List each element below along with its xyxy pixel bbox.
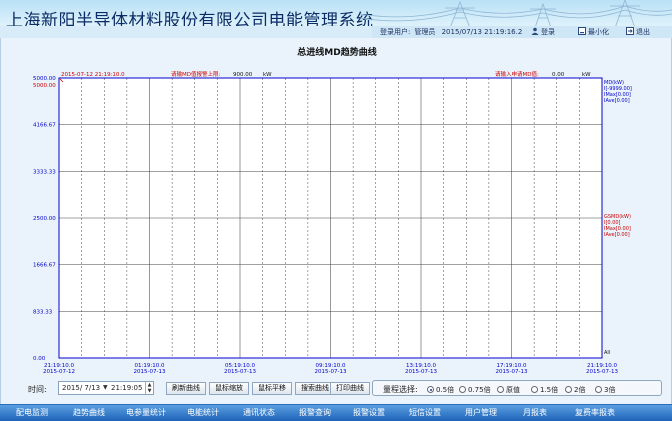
range-option-label: 1.5倍 xyxy=(540,386,559,394)
range-option-label: 3倍 xyxy=(604,386,616,394)
y-tick-label: 4166.67 xyxy=(33,123,56,129)
y-tick-label: 2500.00 xyxy=(33,216,56,222)
range-option-label: 0.75倍 xyxy=(468,386,491,394)
radio-icon xyxy=(497,386,504,393)
range-option-label: 0.5倍 xyxy=(436,386,455,394)
nav-alarm-query[interactable]: 报警查询 xyxy=(288,405,342,421)
nav-energy-stats[interactable]: 电能统计 xyxy=(176,405,230,421)
nav-sms-settings[interactable]: 短信设置 xyxy=(398,405,452,421)
nav-monthly-report[interactable]: 月报表 xyxy=(510,405,560,421)
x-tick-date: 2015-07-12 xyxy=(43,369,75,375)
login-button-label: 登录 xyxy=(541,28,555,36)
nav-parameter-stats[interactable]: 电参量统计 xyxy=(116,405,176,421)
x-tick-date: 2015-07-13 xyxy=(405,369,437,375)
request-md-unit: kW xyxy=(582,72,591,78)
radio-icon xyxy=(459,386,466,393)
exit-button[interactable]: 退出 xyxy=(626,26,650,38)
time-label: 时间: xyxy=(28,385,47,394)
y-max-red-label: 5000.00 xyxy=(33,83,56,89)
range-option[interactable]: 原值 xyxy=(497,385,520,395)
alarm-limit-value: 900.00 xyxy=(233,72,253,78)
legend-md: IAve[0.00] xyxy=(604,98,630,104)
mouse-pan-button[interactable]: 鼠标平移 xyxy=(252,382,292,395)
nav-distribution-monitor[interactable]: 配电监测 xyxy=(0,405,64,421)
legend-all: All xyxy=(604,350,610,356)
datetime-picker[interactable]: 2015/ 7/13 ▼ 21:19:05 ▲ ▼ xyxy=(58,381,154,395)
y-tick-label: 3333.33 xyxy=(33,169,56,175)
x-tick-date: 2015-07-13 xyxy=(134,369,166,375)
login-button[interactable]: 登录 xyxy=(531,26,555,38)
chart-title: 总进线MD趋势曲线 xyxy=(297,48,377,58)
legend-gsmd: IAve[0.00] xyxy=(604,232,630,238)
x-tick-date: 2015-07-13 xyxy=(496,369,528,375)
date-value: 2015/ 7/13 xyxy=(62,384,101,392)
start-time-label: 2015-07-12 21:19:10.0 xyxy=(61,72,125,78)
y-tick-label: 5000.00 xyxy=(33,76,56,82)
x-tick-date: 2015-07-13 xyxy=(315,369,347,375)
time-spinner[interactable]: ▲ ▼ xyxy=(145,382,153,394)
x-tick-date: 2015-07-13 xyxy=(224,369,256,375)
minimize-button-label: 最小化 xyxy=(588,28,609,36)
login-info: 登录用户: 管理员 2015/07/13 21:19:16.2 xyxy=(380,26,526,38)
refresh-curve-button[interactable]: 刷新曲线 xyxy=(166,382,206,395)
nav-comm-status[interactable]: 通讯状态 xyxy=(232,405,286,421)
request-md-value: 0.00 xyxy=(552,72,565,78)
minimize-button[interactable]: 最小化 xyxy=(578,26,609,38)
range-selector: 量程选择: 0.5倍 0.75倍 原值 1.5倍 2倍 3倍 xyxy=(372,380,662,396)
nav-tariff-report[interactable]: 复费率报表 xyxy=(562,405,628,421)
time-value: 21:19:05 xyxy=(111,384,143,392)
range-option[interactable]: 3倍 xyxy=(595,385,615,395)
user-icon xyxy=(531,27,539,35)
exit-button-label: 退出 xyxy=(636,28,650,36)
radio-selected-icon xyxy=(427,386,434,393)
y-tick-label: 0.00 xyxy=(33,356,46,362)
nav-trend-curve[interactable]: 趋势曲线 xyxy=(58,405,120,421)
nav-user-management[interactable]: 用户管理 xyxy=(454,405,508,421)
login-user: 管理员 xyxy=(414,28,436,36)
range-option-label: 原值 xyxy=(506,386,520,394)
request-md-label: 请输入申请MD值: xyxy=(495,70,539,78)
range-option-label: 2倍 xyxy=(574,386,586,394)
range-option[interactable]: 0.5倍 xyxy=(427,385,454,395)
dropdown-arrow-icon[interactable]: ▼ xyxy=(103,382,108,394)
bottom-nav: 配电监测 趋势曲线 电参量统计 电能统计 通讯状态 报警查询 报警设置 短信设置… xyxy=(0,404,672,421)
range-option[interactable]: 0.75倍 xyxy=(459,385,491,395)
current-datetime: 2015/07/13 21:19:16.2 xyxy=(441,28,523,36)
app-header: 上海新阳半导体材料股份有限公司电能管理系统 登录用户: 管理员 2015/07/1… xyxy=(0,0,672,38)
header-strip xyxy=(0,26,672,38)
alarm-limit-label: 请输MD值报警上限: xyxy=(171,70,220,78)
mouse-zoom-button[interactable]: 鼠标缩放 xyxy=(209,382,249,395)
y-tick-label: 1666.67 xyxy=(33,263,56,269)
radio-icon xyxy=(595,386,602,393)
range-option[interactable]: 1.5倍 xyxy=(531,385,558,395)
x-tick-date: 2015-07-13 xyxy=(586,369,618,375)
alarm-limit-unit: kW xyxy=(263,72,272,78)
login-label: 登录用户: xyxy=(380,28,411,36)
search-curve-button[interactable]: 搜索曲线 xyxy=(295,382,335,395)
y-tick-label: 833.33 xyxy=(33,309,53,315)
control-bar: 时间: 2015/ 7/13 ▼ 21:19:05 ▲ ▼ 刷新曲线 鼠标缩放 鼠… xyxy=(0,378,672,398)
trend-panel: 总进线MD趋势曲线 5000.00 4166.67 3333.33 2500.00 16… xyxy=(0,38,672,404)
range-label: 量程选择: xyxy=(383,385,418,394)
radio-icon xyxy=(531,386,538,393)
md-trend-chart[interactable]: 5000.00 4166.67 3333.33 2500.00 1666.67 833.3… xyxy=(1,62,672,378)
print-curve-button[interactable]: 打印曲线 xyxy=(330,382,370,395)
nav-alarm-settings[interactable]: 报警设置 xyxy=(342,405,396,421)
minimize-icon xyxy=(578,27,586,35)
range-option[interactable]: 2倍 xyxy=(565,385,585,395)
radio-icon xyxy=(565,386,572,393)
exit-icon xyxy=(626,27,634,35)
